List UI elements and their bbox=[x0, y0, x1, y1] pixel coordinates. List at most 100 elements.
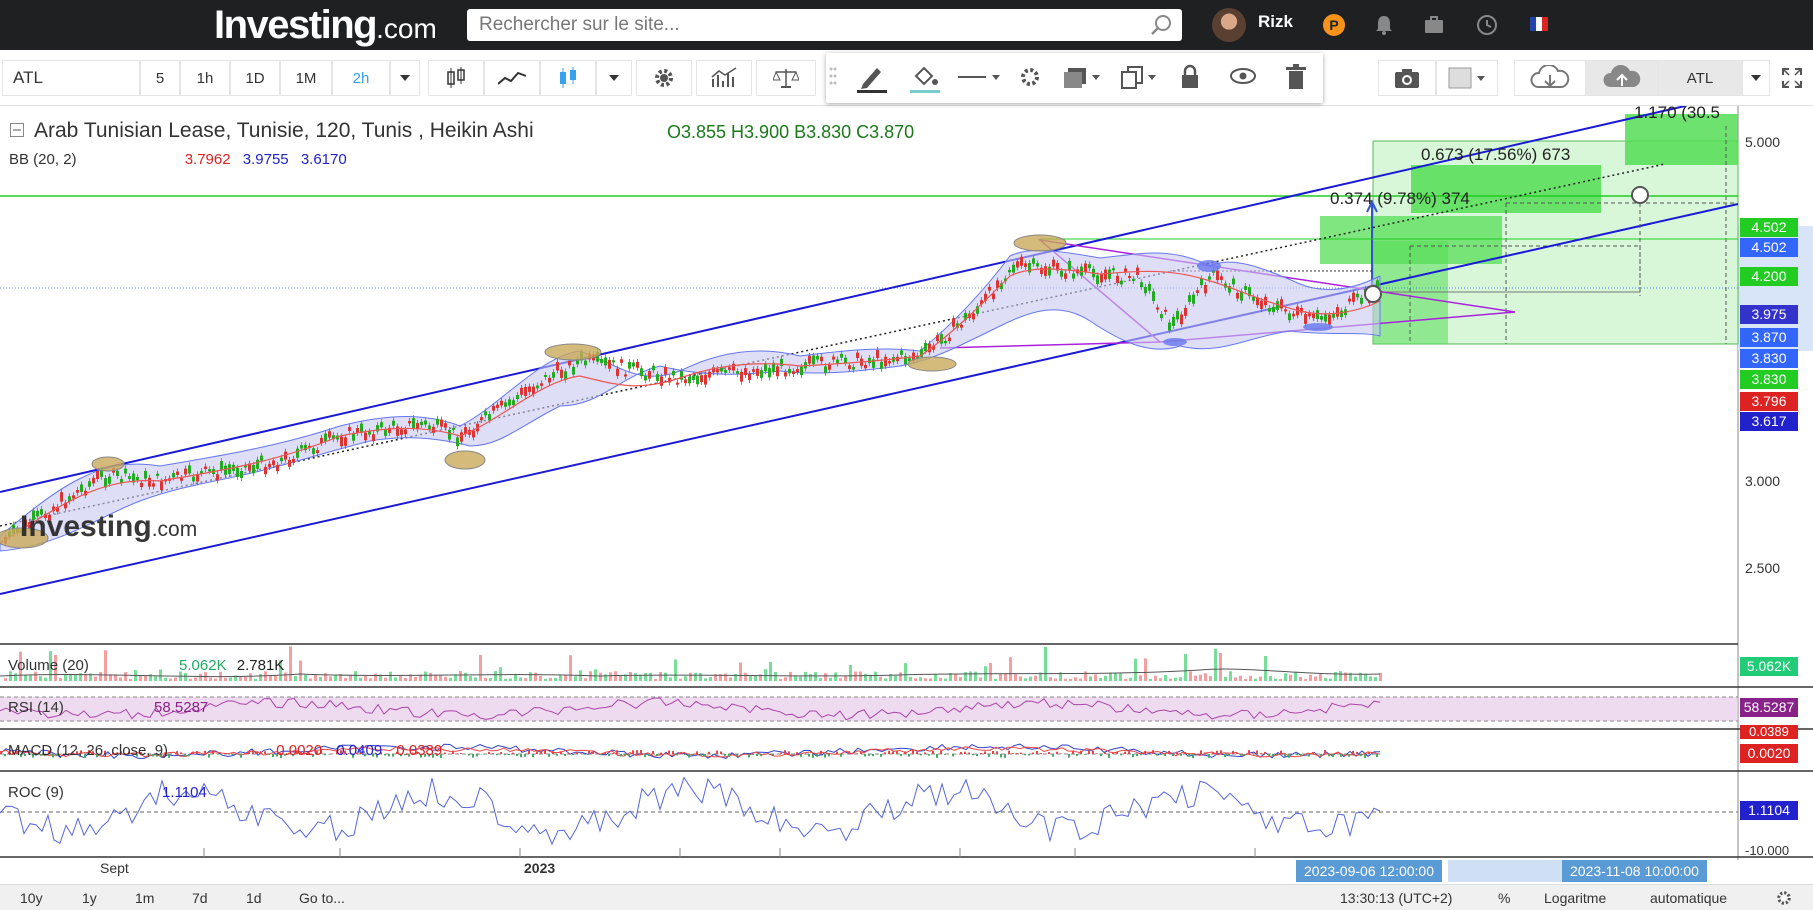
drag-handle-icon[interactable] bbox=[829, 66, 837, 90]
pro-icon[interactable]: P bbox=[1322, 13, 1346, 37]
macd-hist-bar bbox=[676, 754, 678, 756]
compare-symbol-dropdown[interactable] bbox=[1742, 60, 1770, 96]
interval-1d[interactable]: 1D bbox=[230, 60, 280, 96]
rsi-legend: RSI (14) 58.5287 bbox=[8, 699, 209, 716]
volume-bar bbox=[1149, 678, 1152, 681]
goto-button[interactable]: Go to... bbox=[299, 890, 345, 906]
macd-hist-bar bbox=[1016, 752, 1018, 754]
template-button[interactable] bbox=[1436, 60, 1498, 96]
macd-hist-bar bbox=[1268, 754, 1270, 756]
macd-hist-bar bbox=[896, 751, 898, 754]
chart-type-candles-button[interactable] bbox=[428, 60, 484, 96]
volume-bar bbox=[944, 678, 947, 681]
auto-toggle[interactable]: automatique bbox=[1650, 890, 1727, 906]
macd-hist-bar bbox=[852, 752, 854, 754]
lock-icon[interactable] bbox=[1180, 64, 1200, 90]
macd-hist-bar bbox=[1080, 750, 1082, 754]
indicators-button[interactable] bbox=[696, 60, 752, 96]
percent-toggle[interactable]: % bbox=[1498, 890, 1510, 906]
macd-hist-bar bbox=[1356, 751, 1358, 754]
macd-hist-bar bbox=[1168, 750, 1170, 754]
volume-bar bbox=[954, 673, 957, 681]
france-flag-icon[interactable] bbox=[1530, 17, 1548, 31]
volume-bar bbox=[444, 676, 447, 681]
volume-bar bbox=[1204, 673, 1207, 681]
range-1m[interactable]: 1m bbox=[135, 890, 154, 906]
chevron-down-icon bbox=[1751, 75, 1761, 81]
macd-hist-bar bbox=[1056, 751, 1058, 754]
macd-hist-bar bbox=[820, 750, 822, 754]
screenshot-button[interactable] bbox=[1378, 60, 1436, 96]
interval-dropdown[interactable] bbox=[390, 60, 420, 96]
portfolio-icon[interactable] bbox=[1422, 13, 1446, 37]
range-10y[interactable]: 10y bbox=[20, 890, 43, 906]
search-icon[interactable] bbox=[1150, 13, 1174, 37]
line-style-icon[interactable] bbox=[958, 70, 1002, 84]
chart-type-heikin-button[interactable] bbox=[540, 60, 596, 96]
macd-hist-bar bbox=[1020, 752, 1022, 754]
volume-bar bbox=[504, 678, 507, 681]
investing-logo[interactable]: Investing.com bbox=[214, 3, 437, 48]
collapse-icon[interactable] bbox=[10, 123, 24, 137]
macd-hist-bar bbox=[960, 751, 962, 754]
macd-hist-bar bbox=[996, 751, 998, 754]
chart-type-dropdown[interactable] bbox=[596, 60, 632, 96]
clock-icon[interactable] bbox=[1475, 13, 1499, 37]
range-7d[interactable]: 7d bbox=[192, 890, 208, 906]
volume-bar bbox=[1309, 674, 1312, 681]
cloud-save-button[interactable] bbox=[1586, 60, 1658, 96]
price-chart[interactable]: 0.374 (9.78%) 374 0.673 (17.56%) 673 1.1… bbox=[0, 106, 1813, 884]
macd-hist-bar bbox=[784, 750, 786, 754]
interval-2h[interactable]: 2h bbox=[332, 60, 390, 96]
pencil-icon[interactable] bbox=[855, 62, 889, 94]
clone-icon[interactable] bbox=[1120, 65, 1158, 89]
macd-axis-value-1: 0.0389 bbox=[1740, 725, 1798, 739]
gear-icon[interactable] bbox=[1775, 889, 1793, 907]
interval-1h[interactable]: 1h bbox=[180, 60, 230, 96]
cloud-load-button[interactable] bbox=[1514, 60, 1586, 96]
volume-bar bbox=[859, 671, 862, 681]
trash-icon[interactable] bbox=[1285, 64, 1307, 90]
macd-hist-bar bbox=[624, 754, 626, 756]
price-axis-label: 3.617 bbox=[1740, 412, 1798, 431]
range-1y[interactable]: 1y bbox=[82, 890, 97, 906]
macd-hist-bar bbox=[1000, 754, 1002, 758]
macd-hist-bar bbox=[544, 750, 546, 754]
symbol-input[interactable]: ATL bbox=[2, 60, 140, 96]
fullscreen-button[interactable] bbox=[1772, 60, 1812, 96]
macd-hist-bar bbox=[1144, 750, 1146, 754]
projection-label-2[interactable]: 0.673 (17.56%) 673 bbox=[1421, 145, 1570, 164]
compare-button[interactable] bbox=[756, 60, 816, 96]
volume-bar bbox=[724, 673, 727, 681]
volume-bar bbox=[459, 671, 462, 681]
chart-settings-button[interactable] bbox=[636, 60, 692, 96]
compare-symbol-field[interactable]: ATL bbox=[1658, 60, 1742, 96]
volume-bar bbox=[974, 671, 977, 681]
fill-color-icon[interactable] bbox=[908, 62, 942, 94]
projection-label-3[interactable]: 1.170 (30.5 bbox=[1634, 106, 1720, 122]
volume-bar bbox=[934, 673, 937, 681]
macd-hist-bar bbox=[1136, 754, 1138, 757]
macd-hist-bar bbox=[1336, 753, 1338, 754]
range-1d[interactable]: 1d bbox=[246, 890, 262, 906]
projection-label-1[interactable]: 0.374 (9.78%) 374 bbox=[1330, 189, 1470, 208]
volume-bar bbox=[284, 672, 287, 681]
eye-icon[interactable] bbox=[1230, 67, 1256, 85]
roc-axis-low: -10.000 bbox=[1745, 843, 1790, 858]
volume-bar bbox=[349, 675, 352, 681]
username[interactable]: Rizk bbox=[1258, 12, 1293, 32]
layers-icon[interactable] bbox=[1062, 65, 1100, 89]
gear-icon[interactable] bbox=[1018, 65, 1042, 89]
interval-5[interactable]: 5 bbox=[140, 60, 180, 96]
bell-icon[interactable] bbox=[1372, 13, 1396, 37]
volume-bar bbox=[1104, 675, 1107, 681]
search-input[interactable] bbox=[467, 9, 1182, 41]
volume-bar bbox=[1094, 674, 1097, 681]
avatar[interactable] bbox=[1212, 8, 1246, 42]
volume-bar bbox=[894, 675, 897, 681]
log-toggle[interactable]: Logaritme bbox=[1544, 890, 1606, 906]
chevron-down-icon bbox=[609, 75, 619, 81]
interval-1m[interactable]: 1M bbox=[280, 60, 332, 96]
chart-type-area-button[interactable] bbox=[484, 60, 540, 96]
macd-hist-bar bbox=[940, 750, 942, 754]
